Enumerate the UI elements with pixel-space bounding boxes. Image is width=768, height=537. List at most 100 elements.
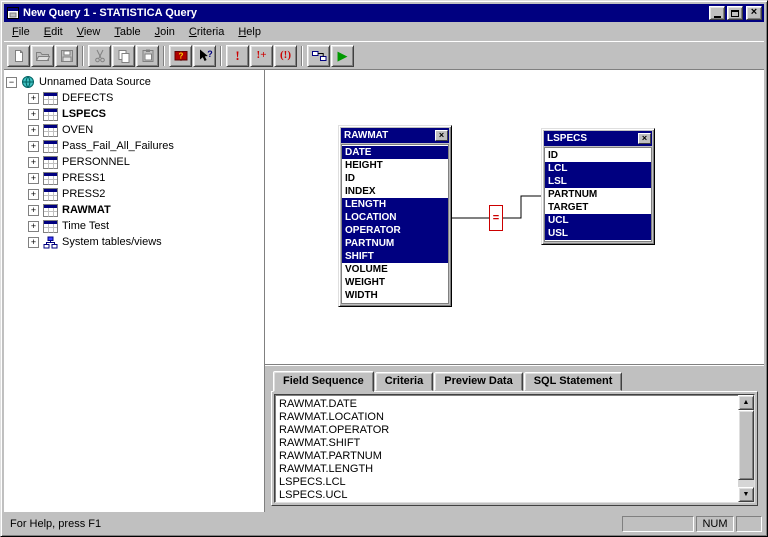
field-sequence-box: RAWMAT.DATERAWMAT.LOCATIONRAWMAT.OPERATO… — [274, 394, 755, 503]
execute-return-data-button[interactable]: !+ — [250, 45, 273, 67]
copy-button[interactable] — [112, 45, 135, 67]
tab[interactable]: Criteria — [375, 372, 434, 391]
minimize-button[interactable] — [709, 6, 725, 20]
menu-item[interactable]: Criteria — [182, 24, 231, 40]
context-help-button[interactable]: ? — [193, 45, 216, 67]
tree-item[interactable]: + — [6, 154, 262, 170]
tree-item[interactable]: + — [6, 138, 262, 154]
tree-item[interactable]: + — [6, 170, 262, 186]
tree-item[interactable]: + — [6, 186, 262, 202]
scrollbar-thumb[interactable] — [738, 410, 754, 480]
context-help-icon: ? — [197, 48, 213, 64]
field-row[interactable]: WIDTH — [342, 289, 448, 302]
scissors-icon — [92, 48, 108, 64]
menu-item[interactable]: Join — [148, 24, 182, 40]
field-sequence-item[interactable]: LSPECS.UCL — [279, 489, 734, 502]
toolbar: ? ? ! !+ (!) ▶ — [4, 41, 764, 69]
field-row[interactable]: LSL — [545, 175, 651, 188]
tree-root-data-source[interactable]: − Unnamed Data Source — [6, 74, 262, 90]
field-sequence-item[interactable]: LSPECS.LCL — [279, 476, 734, 489]
scroll-down-icon[interactable]: ▼ — [738, 487, 754, 502]
svg-text:?: ? — [207, 49, 213, 59]
field-row[interactable]: DATE — [342, 146, 448, 159]
field-row[interactable]: UCL — [545, 214, 651, 227]
tree-item[interactable]: + — [6, 122, 262, 138]
table-window-titlebar[interactable]: LSPECS × — [544, 131, 652, 146]
close-icon[interactable]: × — [638, 133, 651, 144]
field-sequence-item[interactable]: RAWMAT.DATE — [279, 398, 734, 411]
expand-icon[interactable]: + — [28, 125, 39, 136]
expand-icon[interactable]: + — [28, 141, 39, 152]
table-window-titlebar[interactable]: RAWMAT × — [341, 128, 449, 143]
field-row[interactable]: PARTNUM — [342, 237, 448, 250]
menu-item[interactable]: File — [5, 24, 37, 40]
expand-icon[interactable]: + — [28, 221, 39, 232]
tree-item[interactable]: + — [6, 106, 262, 122]
scroll-up-icon[interactable]: ▲ — [738, 395, 754, 410]
field-sequence-item[interactable]: RAWMAT.SHIFT — [279, 437, 734, 450]
new-query-button[interactable] — [7, 45, 30, 67]
tab[interactable]: Preview Data — [434, 372, 522, 391]
table-window-title: LSPECS — [547, 133, 638, 144]
field-row[interactable]: USL — [545, 227, 651, 240]
expand-icon[interactable]: + — [28, 93, 39, 104]
field-row[interactable]: TARGET — [545, 201, 651, 214]
tree-item[interactable]: + — [6, 202, 262, 218]
field-row[interactable]: LOCATION — [342, 211, 448, 224]
vertical-scrollbar[interactable]: ▲ ▼ — [738, 395, 754, 502]
collapse-icon[interactable]: − — [6, 77, 17, 88]
toolbar-separator — [220, 46, 222, 66]
field-row[interactable]: ID — [545, 149, 651, 162]
field-row[interactable]: LENGTH — [342, 198, 448, 211]
close-button[interactable]: × — [746, 6, 762, 20]
field-sequence-item[interactable]: RAWMAT.OPERATOR — [279, 424, 734, 437]
app-window: New Query 1 - STATISTICA Query × FileEdi… — [0, 0, 768, 537]
close-icon[interactable]: × — [435, 130, 448, 141]
expand-icon[interactable]: + — [28, 109, 39, 120]
field-row[interactable]: OPERATOR — [342, 224, 448, 237]
expand-icon[interactable]: + — [28, 237, 39, 248]
menu-item[interactable]: View — [70, 24, 108, 40]
diagram-canvas[interactable]: RAWMAT × DATEHEIGHTIDINDEXLENGTHLOCATION… — [265, 70, 764, 365]
paste-button[interactable] — [136, 45, 159, 67]
menu-item[interactable]: Help — [231, 24, 268, 40]
tab[interactable]: SQL Statement — [524, 372, 623, 391]
join-operator[interactable]: = — [489, 205, 503, 231]
results-panel: Field SequenceCriteriaPreview DataSQL St… — [265, 365, 764, 512]
table-icon — [43, 124, 58, 137]
field-sequence-item[interactable]: RAWMAT.PARTNUM — [279, 450, 734, 463]
field-sequence-item[interactable]: RAWMAT.LENGTH — [279, 463, 734, 476]
menu-item[interactable]: Edit — [37, 24, 70, 40]
join-properties-button[interactable] — [307, 45, 330, 67]
tree-item[interactable]: + — [6, 234, 262, 250]
field-row[interactable]: HEIGHT — [342, 159, 448, 172]
menu-item[interactable]: Table — [107, 24, 147, 40]
field-row[interactable]: ID — [342, 172, 448, 185]
execute-query-button[interactable]: ! — [226, 45, 249, 67]
field-row[interactable]: LCL — [545, 162, 651, 175]
run-icon: ▶ — [338, 49, 348, 62]
save-button[interactable] — [55, 45, 78, 67]
run-query-button[interactable]: ▶ — [331, 45, 354, 67]
tree-item[interactable]: + — [6, 90, 262, 106]
help-topics-button[interactable]: ? — [169, 45, 192, 67]
cancel-execution-button[interactable]: (!) — [274, 45, 297, 67]
tab[interactable]: Field Sequence — [273, 371, 374, 392]
tree-item[interactable]: + — [6, 218, 262, 234]
field-row[interactable]: INDEX — [342, 185, 448, 198]
expand-icon[interactable]: + — [28, 189, 39, 200]
toolbar-separator — [301, 46, 303, 66]
expand-icon[interactable]: + — [28, 205, 39, 216]
expand-icon[interactable]: + — [28, 173, 39, 184]
expand-icon[interactable]: + — [28, 157, 39, 168]
field-row[interactable]: PARTNUM — [545, 188, 651, 201]
maximize-button[interactable] — [727, 6, 743, 20]
field-row[interactable]: VOLUME — [342, 263, 448, 276]
table-icon — [43, 108, 58, 121]
open-button[interactable] — [31, 45, 54, 67]
field-sequence-item[interactable]: RAWMAT.LOCATION — [279, 411, 734, 424]
field-row[interactable]: WEIGHT — [342, 276, 448, 289]
field-row[interactable]: SHIFT — [342, 250, 448, 263]
cut-button[interactable] — [88, 45, 111, 67]
main-area: − Unnamed Data Source + — [4, 69, 764, 512]
